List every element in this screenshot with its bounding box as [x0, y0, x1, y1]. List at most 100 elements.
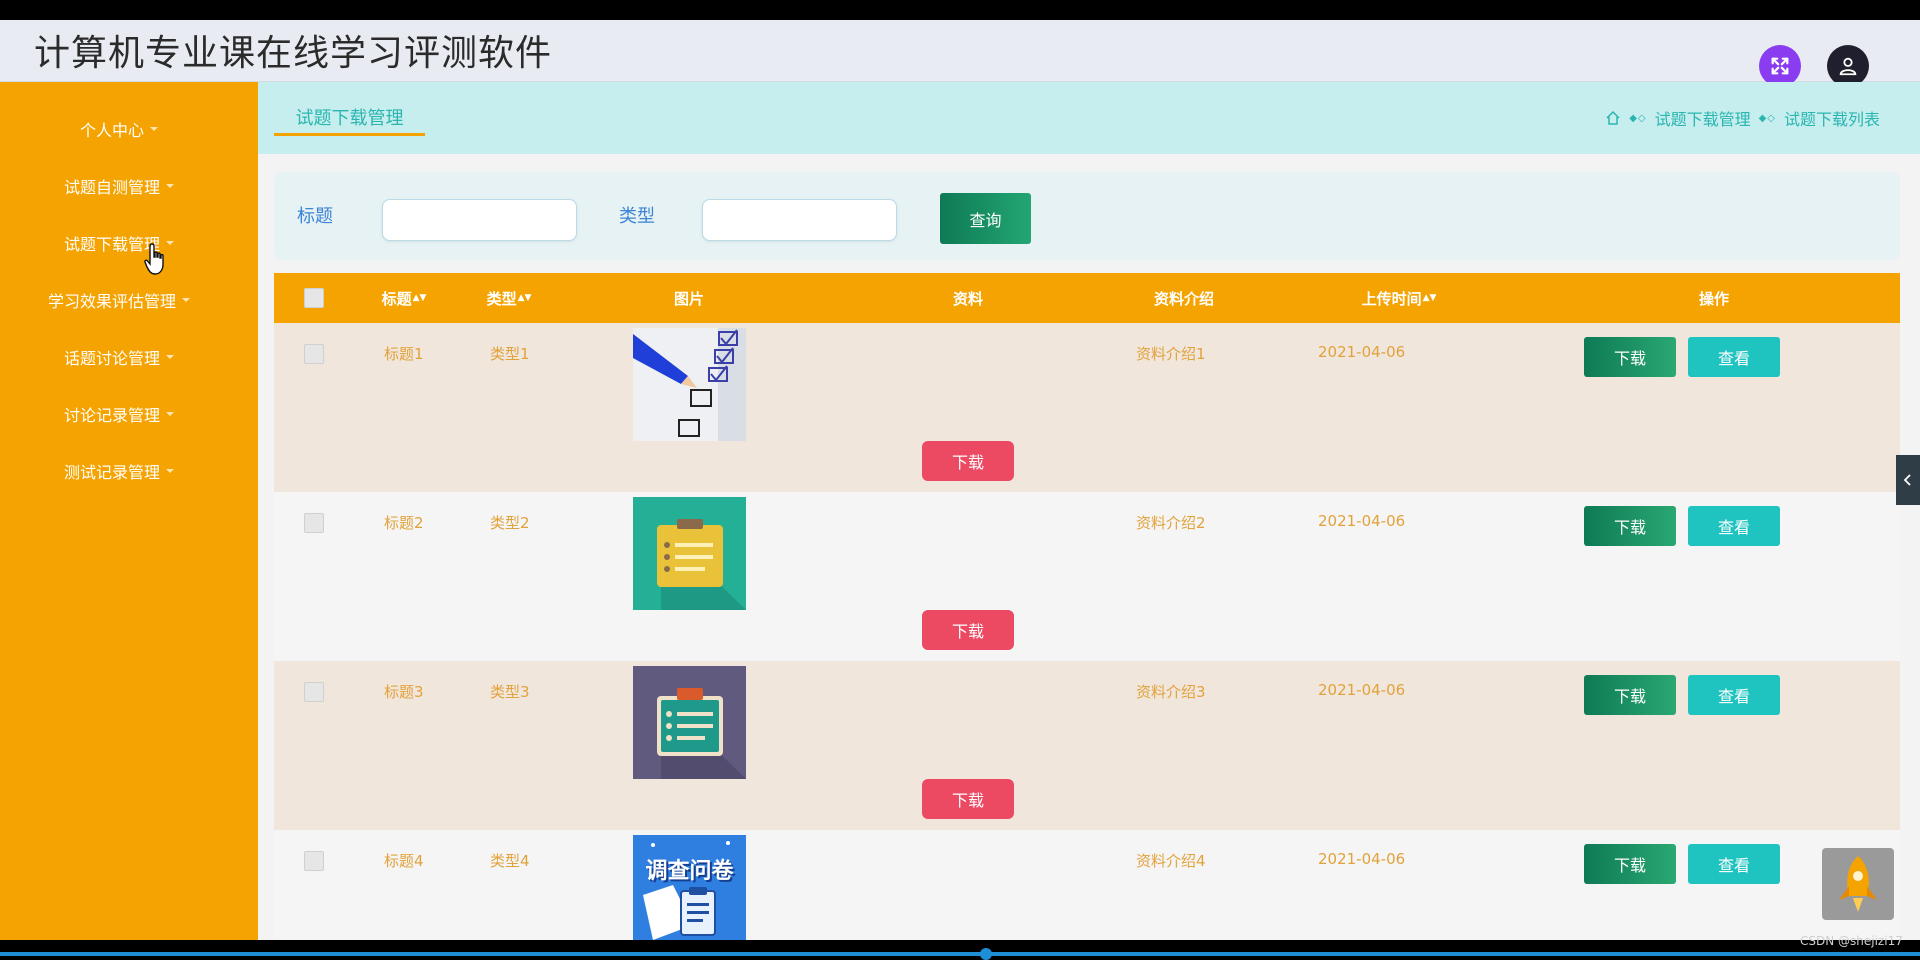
- download-button[interactable]: 下载: [1584, 675, 1676, 715]
- chevron-left-icon: [1903, 474, 1911, 486]
- sidebar-item-personal-center[interactable]: 个人中心: [0, 109, 238, 149]
- title-filter-input[interactable]: [382, 199, 577, 241]
- rocket-icon: [1839, 856, 1877, 912]
- row-upload-time: 2021-04-06: [1318, 343, 1406, 361]
- breadcrumb-item-current: 试题下载列表: [1783, 110, 1880, 129]
- home-icon[interactable]: [1605, 110, 1621, 126]
- column-header-type[interactable]: 类型 ▲▼: [479, 273, 539, 323]
- caret-down-icon: [166, 412, 174, 416]
- header: 计算机专业课在线学习评测软件: [0, 20, 1920, 87]
- caret-down-icon: [166, 469, 174, 473]
- sidebar-item-self-test[interactable]: 试题自测管理: [0, 166, 238, 206]
- row-checkbox[interactable]: [304, 513, 324, 533]
- column-header-material: 资料: [952, 289, 983, 308]
- top-black-bar: [0, 0, 1920, 20]
- table-row: 标题2 类型2 下载 资料介绍2 2021-04-06 下载 查看: [274, 492, 1900, 661]
- progress-handle[interactable]: [980, 948, 992, 960]
- app-window: 计算机专业课在线学习评测软件 个人中心 试题自测管理 试题下载管理 学习效果评估…: [0, 0, 1920, 960]
- clipboard-yellow-image: [633, 497, 746, 610]
- sidebar-item-download[interactable]: 试题下载管理: [0, 223, 238, 263]
- material-download-button[interactable]: 下载: [922, 779, 1014, 819]
- sidebar-item-label: 讨论记录管理: [63, 406, 160, 425]
- fullscreen-button[interactable]: [1759, 45, 1801, 87]
- sidebar-item-evaluation[interactable]: 学习效果评估管理: [0, 280, 238, 320]
- user-icon: [1839, 57, 1857, 76]
- row-type: 类型3: [490, 683, 530, 701]
- side-panel-toggle[interactable]: [1896, 455, 1920, 505]
- row-title: 标题2: [384, 514, 424, 532]
- table-row: 标题3 类型3 下载 资料介绍3 2021-04-06 下载 查看: [274, 661, 1900, 830]
- breadcrumb: ◆◇ 试题下载管理 ◆◇ 试题下载列表: [1605, 106, 1880, 130]
- row-checkbox[interactable]: [304, 851, 324, 871]
- caret-down-icon: [166, 355, 174, 359]
- row-checkbox[interactable]: [304, 344, 324, 364]
- row-title: 标题4: [384, 852, 424, 870]
- search-panel: 标题 类型 查询: [274, 172, 1900, 260]
- video-progress-bar[interactable]: [0, 952, 1920, 956]
- tab-download-management[interactable]: 试题下载管理: [274, 100, 425, 136]
- row-upload-time: 2021-04-06: [1318, 850, 1406, 868]
- type-filter-input[interactable]: [702, 199, 897, 241]
- expand-arrows-icon: [1771, 57, 1789, 75]
- material-download-button[interactable]: 下载: [922, 610, 1014, 650]
- row-title: 标题3: [384, 683, 424, 701]
- row-intro: 资料介绍4: [1136, 852, 1206, 870]
- clipboard-teal-image: [633, 666, 746, 779]
- view-button[interactable]: 查看: [1688, 675, 1780, 715]
- row-type: 类型4: [490, 852, 530, 870]
- breadcrumb-item[interactable]: 试题下载管理: [1655, 106, 1751, 130]
- table-row: 标题4 类型4 调查问卷 资料介绍4 2021-04-06 下载 查看: [274, 830, 1900, 940]
- table-row: 标题1 类型1 下载 资料介绍1 2021-04-06 下载 查看: [274, 323, 1900, 492]
- column-header-upload-time[interactable]: 上传时间 ▲▼: [1334, 273, 1464, 323]
- sidebar-item-test-record[interactable]: 测试记录管理: [0, 451, 238, 491]
- breadcrumb-separator-icon: ◆◇: [1758, 112, 1776, 124]
- view-button[interactable]: 查看: [1688, 844, 1780, 884]
- type-filter-label: 类型: [619, 206, 655, 227]
- main-content: 试题下载管理 ◆◇ 试题下载管理 ◆◇ 试题下载列表 标题 类型 查询 标题 ▲▼: [258, 82, 1920, 940]
- column-header-operation: 操作: [1698, 289, 1729, 308]
- row-type: 类型2: [490, 514, 530, 532]
- caret-down-icon: [182, 298, 190, 302]
- view-button[interactable]: 查看: [1688, 337, 1780, 377]
- sort-icon: ▲▼: [1422, 293, 1437, 303]
- checklist-image: [633, 328, 746, 441]
- download-button[interactable]: 下载: [1584, 337, 1676, 377]
- download-button[interactable]: 下载: [1584, 506, 1676, 546]
- breadcrumb-separator-icon: ◆◇: [1629, 112, 1647, 124]
- row-intro: 资料介绍1: [1136, 345, 1206, 363]
- tab-bar: 试题下载管理 ◆◇ 试题下载管理 ◆◇ 试题下载列表: [258, 82, 1920, 154]
- watermark: CSDN @shejizi17: [1800, 934, 1903, 948]
- sidebar-item-label: 学习效果评估管理: [47, 292, 176, 311]
- row-upload-time: 2021-04-06: [1318, 512, 1406, 530]
- row-checkbox[interactable]: [304, 682, 324, 702]
- sidebar-item-label: 试题自测管理: [63, 178, 160, 197]
- column-header-image: 图片: [673, 289, 704, 308]
- download-button[interactable]: 下载: [1584, 844, 1676, 884]
- caret-down-icon: [166, 184, 174, 188]
- row-type: 类型1: [490, 345, 530, 363]
- column-header-title[interactable]: 标题 ▲▼: [374, 273, 434, 323]
- user-button[interactable]: [1827, 45, 1869, 87]
- sort-icon: ▲▼: [517, 293, 532, 303]
- hand-cursor-icon: [144, 243, 164, 275]
- survey-image-text: 调查问卷: [645, 859, 734, 884]
- back-to-top-button[interactable]: [1822, 848, 1894, 920]
- row-intro: 资料介绍2: [1136, 514, 1206, 532]
- sort-icon: ▲▼: [412, 293, 427, 303]
- sidebar-item-discussion[interactable]: 话题讨论管理: [0, 337, 238, 377]
- sidebar: 个人中心 试题自测管理 试题下载管理 学习效果评估管理 话题讨论管理 讨论记录管…: [0, 82, 258, 940]
- table-header: 标题 ▲▼ 类型 ▲▼ 图片 资料 资料介绍 上传时间 ▲▼ 操作: [274, 273, 1900, 323]
- row-upload-time: 2021-04-06: [1318, 681, 1406, 699]
- row-title: 标题1: [384, 345, 424, 363]
- material-download-button[interactable]: 下载: [922, 441, 1014, 481]
- survey-image: 调查问卷: [633, 835, 746, 940]
- view-button[interactable]: 查看: [1688, 506, 1780, 546]
- bottom-black-bar: [0, 940, 1920, 960]
- select-all-checkbox[interactable]: [304, 288, 324, 308]
- sidebar-item-discussion-record[interactable]: 讨论记录管理: [0, 394, 238, 434]
- sidebar-item-label: 个人中心: [79, 121, 144, 140]
- query-button[interactable]: 查询: [940, 193, 1031, 244]
- data-table: 标题 ▲▼ 类型 ▲▼ 图片 资料 资料介绍 上传时间 ▲▼ 操作 标题1 类型1: [274, 273, 1900, 940]
- column-header-intro: 资料介绍: [1153, 289, 1214, 308]
- title-filter-label: 标题: [297, 206, 333, 227]
